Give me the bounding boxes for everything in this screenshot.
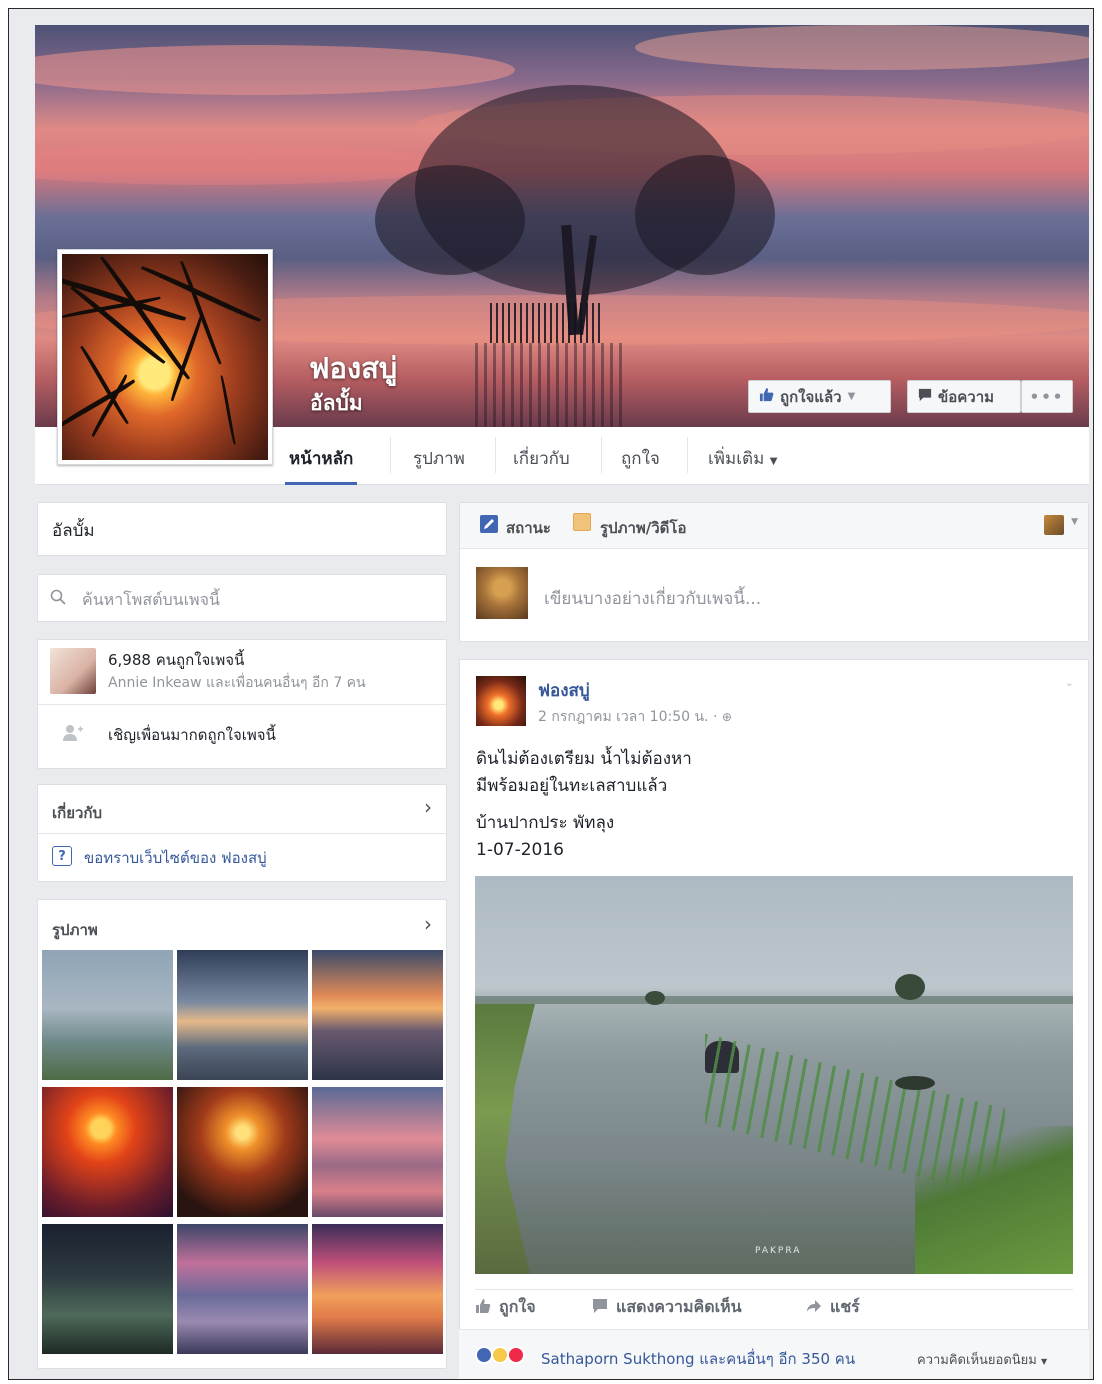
post-text-line: บ้านปากประ พัทลุง	[476, 813, 615, 833]
about-header[interactable]: เกี่ยวกับ	[52, 801, 102, 825]
share-icon	[806, 1298, 822, 1318]
chevron-right-icon[interactable]: ›	[424, 795, 432, 819]
post-photo[interactable]: PAKPRA	[475, 876, 1073, 1274]
chevron-down-icon[interactable]: ▼	[1071, 517, 1078, 527]
composer-card: สถานะ รูปภาพ/วิดีโอ ▼ เขียนบางอย่างเกี่ย…	[459, 502, 1089, 642]
photo-thumbnail[interactable]	[42, 950, 173, 1080]
share-button[interactable]: แชร์	[806, 1295, 860, 1320]
photo-thumbnail[interactable]	[177, 950, 308, 1080]
profile-picture[interactable]	[57, 249, 273, 465]
liked-button[interactable]: ถูกใจแล้ว ▼	[748, 380, 891, 413]
comment-icon	[592, 1298, 608, 1318]
category-card: อัลบั้ม	[37, 502, 447, 556]
love-reaction-icon	[507, 1346, 525, 1364]
about-card: เกี่ยวกับ › ? ขอทราบเว็บไซต์ของ ฟองสบู่	[37, 784, 447, 882]
photos-header[interactable]: รูปภาพ	[52, 918, 98, 942]
photo-thumbnail[interactable]	[312, 950, 443, 1080]
photo-video-tab[interactable]: รูปภาพ/วิดีโอ	[600, 516, 686, 540]
page-frame: ฟองสบู่ อัลบั้ม ถูกใจแล้ว ▼ ข้อความ ••• …	[8, 8, 1094, 1380]
category-label: อัลบั้ม	[52, 521, 95, 541]
composer-input[interactable]: เขียนบางอย่างเกี่ยวกับเพจนี้...	[544, 585, 761, 612]
photo-thumbnail[interactable]	[177, 1087, 308, 1217]
thumbs-up-icon	[475, 1298, 491, 1318]
photo-icon	[573, 513, 591, 531]
post-text-line: 1-07-2016	[476, 840, 564, 860]
like-button[interactable]: ถูกใจ	[475, 1295, 536, 1320]
photo-thumbnail[interactable]	[312, 1087, 443, 1217]
tab-about[interactable]: เกี่ยวกับ	[513, 445, 570, 485]
photo-watermark: PAKPRA	[755, 1246, 802, 1256]
page-avatar-selector[interactable]	[1044, 515, 1064, 535]
photo-thumbnail[interactable]	[177, 1224, 308, 1354]
chevron-down-icon: ▼	[847, 391, 856, 402]
message-icon	[918, 388, 932, 406]
likes-count[interactable]: 6,988 คนถูกใจเพจนี้	[108, 648, 244, 672]
globe-icon: ⊕	[721, 710, 732, 724]
status-tab[interactable]: สถานะ	[506, 516, 551, 540]
likes-card: 6,988 คนถูกใจเพจนี้ Annie Inkeaw และเพื่…	[37, 639, 447, 769]
tab-more[interactable]: เพิ่มเติม ▼	[708, 445, 777, 485]
photo-thumbnail[interactable]	[42, 1087, 173, 1217]
post-author-avatar[interactable]	[476, 676, 526, 726]
liked-label: ถูกใจแล้ว	[780, 387, 842, 406]
ask-website-link[interactable]: ขอทราบเว็บไซต์ของ ฟองสบู่	[84, 846, 267, 870]
photo-grid	[42, 950, 446, 1358]
status-icon	[480, 515, 498, 533]
post-timestamp[interactable]: 2 กรกฎาคม เวลา 10:50 น. · ⊕	[538, 706, 732, 728]
post-author[interactable]: ฟองสบู่	[538, 677, 590, 704]
search-posts-box[interactable]: ค้นหาโพสต์บนเพจนี้	[37, 574, 447, 622]
message-button[interactable]: ข้อความ	[907, 380, 1021, 413]
composer-avatar	[476, 567, 528, 619]
add-friend-icon	[62, 724, 84, 746]
post-text: ดินไม่ต้องเตรียม น้ำไม่ต้องหา มีพร้อมอยู…	[476, 746, 692, 864]
message-label: ข้อความ	[938, 387, 995, 406]
thumbs-up-icon	[759, 387, 774, 406]
page-category[interactable]: อัลบั้ม	[310, 387, 363, 420]
friend-avatar[interactable]	[50, 648, 96, 694]
question-icon: ?	[52, 846, 72, 866]
chevron-right-icon[interactable]: ›	[424, 912, 432, 936]
photo-thumbnail[interactable]	[312, 1224, 443, 1354]
search-icon	[50, 589, 66, 609]
top-comments-selector[interactable]: ความคิดเห็นยอดนิยม ▼	[917, 1349, 1047, 1370]
post-text-line: มีพร้อมอยู่ในทะเลสาบแล้ว	[476, 776, 668, 796]
photo-thumbnail[interactable]	[42, 1224, 173, 1354]
tab-likes[interactable]: ถูกใจ	[621, 445, 660, 485]
caret-down-icon: ▼	[769, 456, 778, 467]
more-options-button[interactable]: •••	[1021, 380, 1073, 413]
invite-friends-link[interactable]: เชิญเพื่อนมากดถูกใจเพจนี้	[108, 723, 276, 747]
likes-friends[interactable]: Annie Inkeaw และเพื่อนคนอื่นๆ อีก 7 คน	[108, 672, 366, 694]
post-options-chevron-icon[interactable]: ⌄	[1065, 676, 1074, 689]
search-input[interactable]: ค้นหาโพสต์บนเพจนี้	[82, 588, 220, 613]
chevron-down-icon: ▼	[1040, 1357, 1048, 1366]
comment-button[interactable]: แสดงความคิดเห็น	[592, 1295, 742, 1320]
more-icon: •••	[1029, 387, 1065, 406]
tab-photos[interactable]: รูปภาพ	[413, 445, 465, 485]
page-name[interactable]: ฟองสบู่	[309, 345, 397, 391]
post-text-line: ดินไม่ต้องเตรียม น้ำไม่ต้องหา	[476, 749, 692, 769]
reactions-summary[interactable]: Sathaporn Sukthong และคนอื่นๆ อีก 350 คน	[541, 1347, 855, 1371]
tab-home[interactable]: หน้าหลัก	[285, 445, 358, 485]
